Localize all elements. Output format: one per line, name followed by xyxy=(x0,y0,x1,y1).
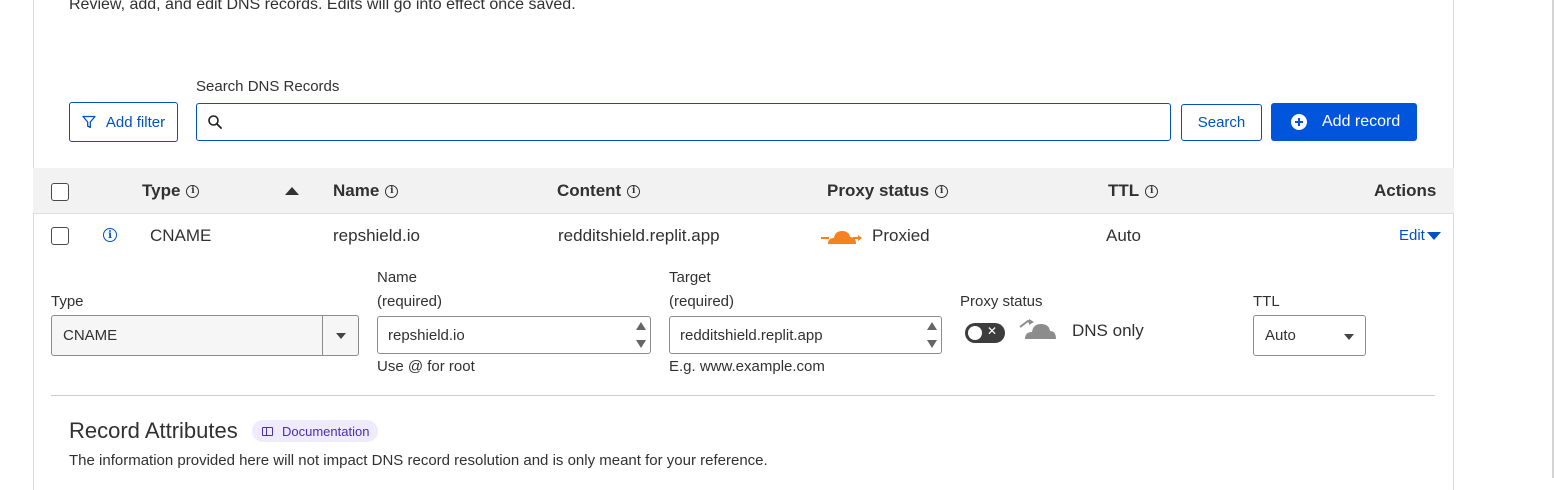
column-header-content-label: Content xyxy=(557,181,622,200)
name-input-value: repshield.io xyxy=(388,326,465,344)
caret-down-icon xyxy=(1426,231,1441,240)
column-header-actions: Actions xyxy=(1374,181,1437,200)
info-icon[interactable]: i xyxy=(186,184,200,198)
row-checkbox[interactable] xyxy=(51,227,69,245)
add-record-label: Add record xyxy=(1322,113,1401,130)
name-field-label: Name xyxy=(377,269,418,286)
target-field-label: Target xyxy=(669,269,711,286)
select-divider xyxy=(322,316,323,355)
search-icon xyxy=(208,115,222,129)
type-select[interactable]: CNAME xyxy=(51,315,359,356)
column-header-proxy-status[interactable]: Proxy status i xyxy=(827,181,949,201)
column-header-name[interactable]: Name i xyxy=(333,181,399,201)
resize-stepper-icon[interactable] xyxy=(927,319,937,351)
proxy-status-field-label: Proxy status xyxy=(960,293,1043,310)
sort-ascending-icon[interactable] xyxy=(285,187,299,195)
select-all-checkbox[interactable] xyxy=(51,183,69,201)
target-required-label: (required) xyxy=(669,293,735,310)
resize-stepper-icon[interactable] xyxy=(636,319,646,351)
column-header-name-label: Name xyxy=(333,181,380,200)
column-header-type-label: Type xyxy=(142,181,181,200)
column-header-ttl-label: TTL xyxy=(1108,181,1140,200)
dropdown-arrow-icon xyxy=(1344,334,1354,340)
target-hint: E.g. www.example.com xyxy=(669,358,825,375)
name-hint: Use @ for root xyxy=(377,358,475,375)
record-attributes-description: The information provided here will not i… xyxy=(69,452,768,469)
column-header-proxy-status-label: Proxy status xyxy=(827,181,930,200)
info-icon[interactable]: i xyxy=(935,184,949,198)
search-label: Search DNS Records xyxy=(196,78,340,95)
row-content: redditshield.replit.app xyxy=(558,226,720,245)
column-header-content[interactable]: Content i xyxy=(557,181,641,201)
proxied-cloud-icon xyxy=(821,231,862,244)
dns-records-card xyxy=(33,0,1454,490)
section-divider xyxy=(51,395,1435,396)
documentation-label: Documentation xyxy=(282,423,370,439)
info-icon[interactable]: i xyxy=(385,184,399,198)
type-select-value: CNAME xyxy=(63,327,118,344)
filter-icon xyxy=(82,115,96,129)
ttl-select-value: Auto xyxy=(1265,327,1296,344)
search-field[interactable] xyxy=(196,103,1171,141)
column-header-ttl[interactable]: TTL i xyxy=(1108,181,1159,201)
edit-record-toggle[interactable]: Edit xyxy=(1399,227,1441,244)
add-filter-label: Add filter xyxy=(105,113,166,131)
row-type: CNAME xyxy=(150,226,212,245)
add-filter-button[interactable]: Add filter xyxy=(69,102,178,142)
target-input-value: redditshield.replit.app xyxy=(680,326,823,344)
name-required-label: (required) xyxy=(377,293,443,310)
name-input[interactable]: repshield.io xyxy=(377,316,651,354)
dns-only-cloud-icon xyxy=(1019,319,1056,339)
edit-label: Edit xyxy=(1399,227,1425,244)
row-ttl: Auto xyxy=(1106,226,1141,245)
toggle-off-x-icon: ✕ xyxy=(987,324,998,338)
record-attributes-title: Record Attributes xyxy=(69,418,238,443)
row-name: repshield.io xyxy=(333,226,420,245)
column-header-type[interactable]: Type i xyxy=(142,181,200,201)
proxy-status-toggle[interactable]: ✕ xyxy=(965,323,1005,343)
ttl-field-label: TTL xyxy=(1253,293,1280,310)
row-proxy-status: Proxied xyxy=(872,226,930,245)
table-header xyxy=(33,168,1454,214)
search-button[interactable]: Search xyxy=(1181,104,1262,141)
info-icon[interactable]: i xyxy=(1145,184,1159,198)
type-field-label: Type xyxy=(51,293,84,310)
dns-description: Review, add, and edit DNS records. Edits… xyxy=(69,0,576,13)
plus-circle-icon xyxy=(1291,114,1307,130)
record-info-icon[interactable]: i xyxy=(103,228,117,242)
ttl-select[interactable]: Auto xyxy=(1253,315,1366,356)
book-icon xyxy=(262,426,273,436)
dropdown-arrow-icon xyxy=(336,333,346,339)
info-icon[interactable]: i xyxy=(627,184,641,198)
documentation-link[interactable]: Documentation xyxy=(252,420,379,442)
target-input[interactable]: redditshield.replit.app xyxy=(669,316,942,354)
add-record-button[interactable]: Add record xyxy=(1271,103,1417,141)
toggle-knob xyxy=(968,326,982,340)
search-input[interactable] xyxy=(231,107,1170,137)
proxy-status-value: DNS only xyxy=(1072,321,1144,340)
